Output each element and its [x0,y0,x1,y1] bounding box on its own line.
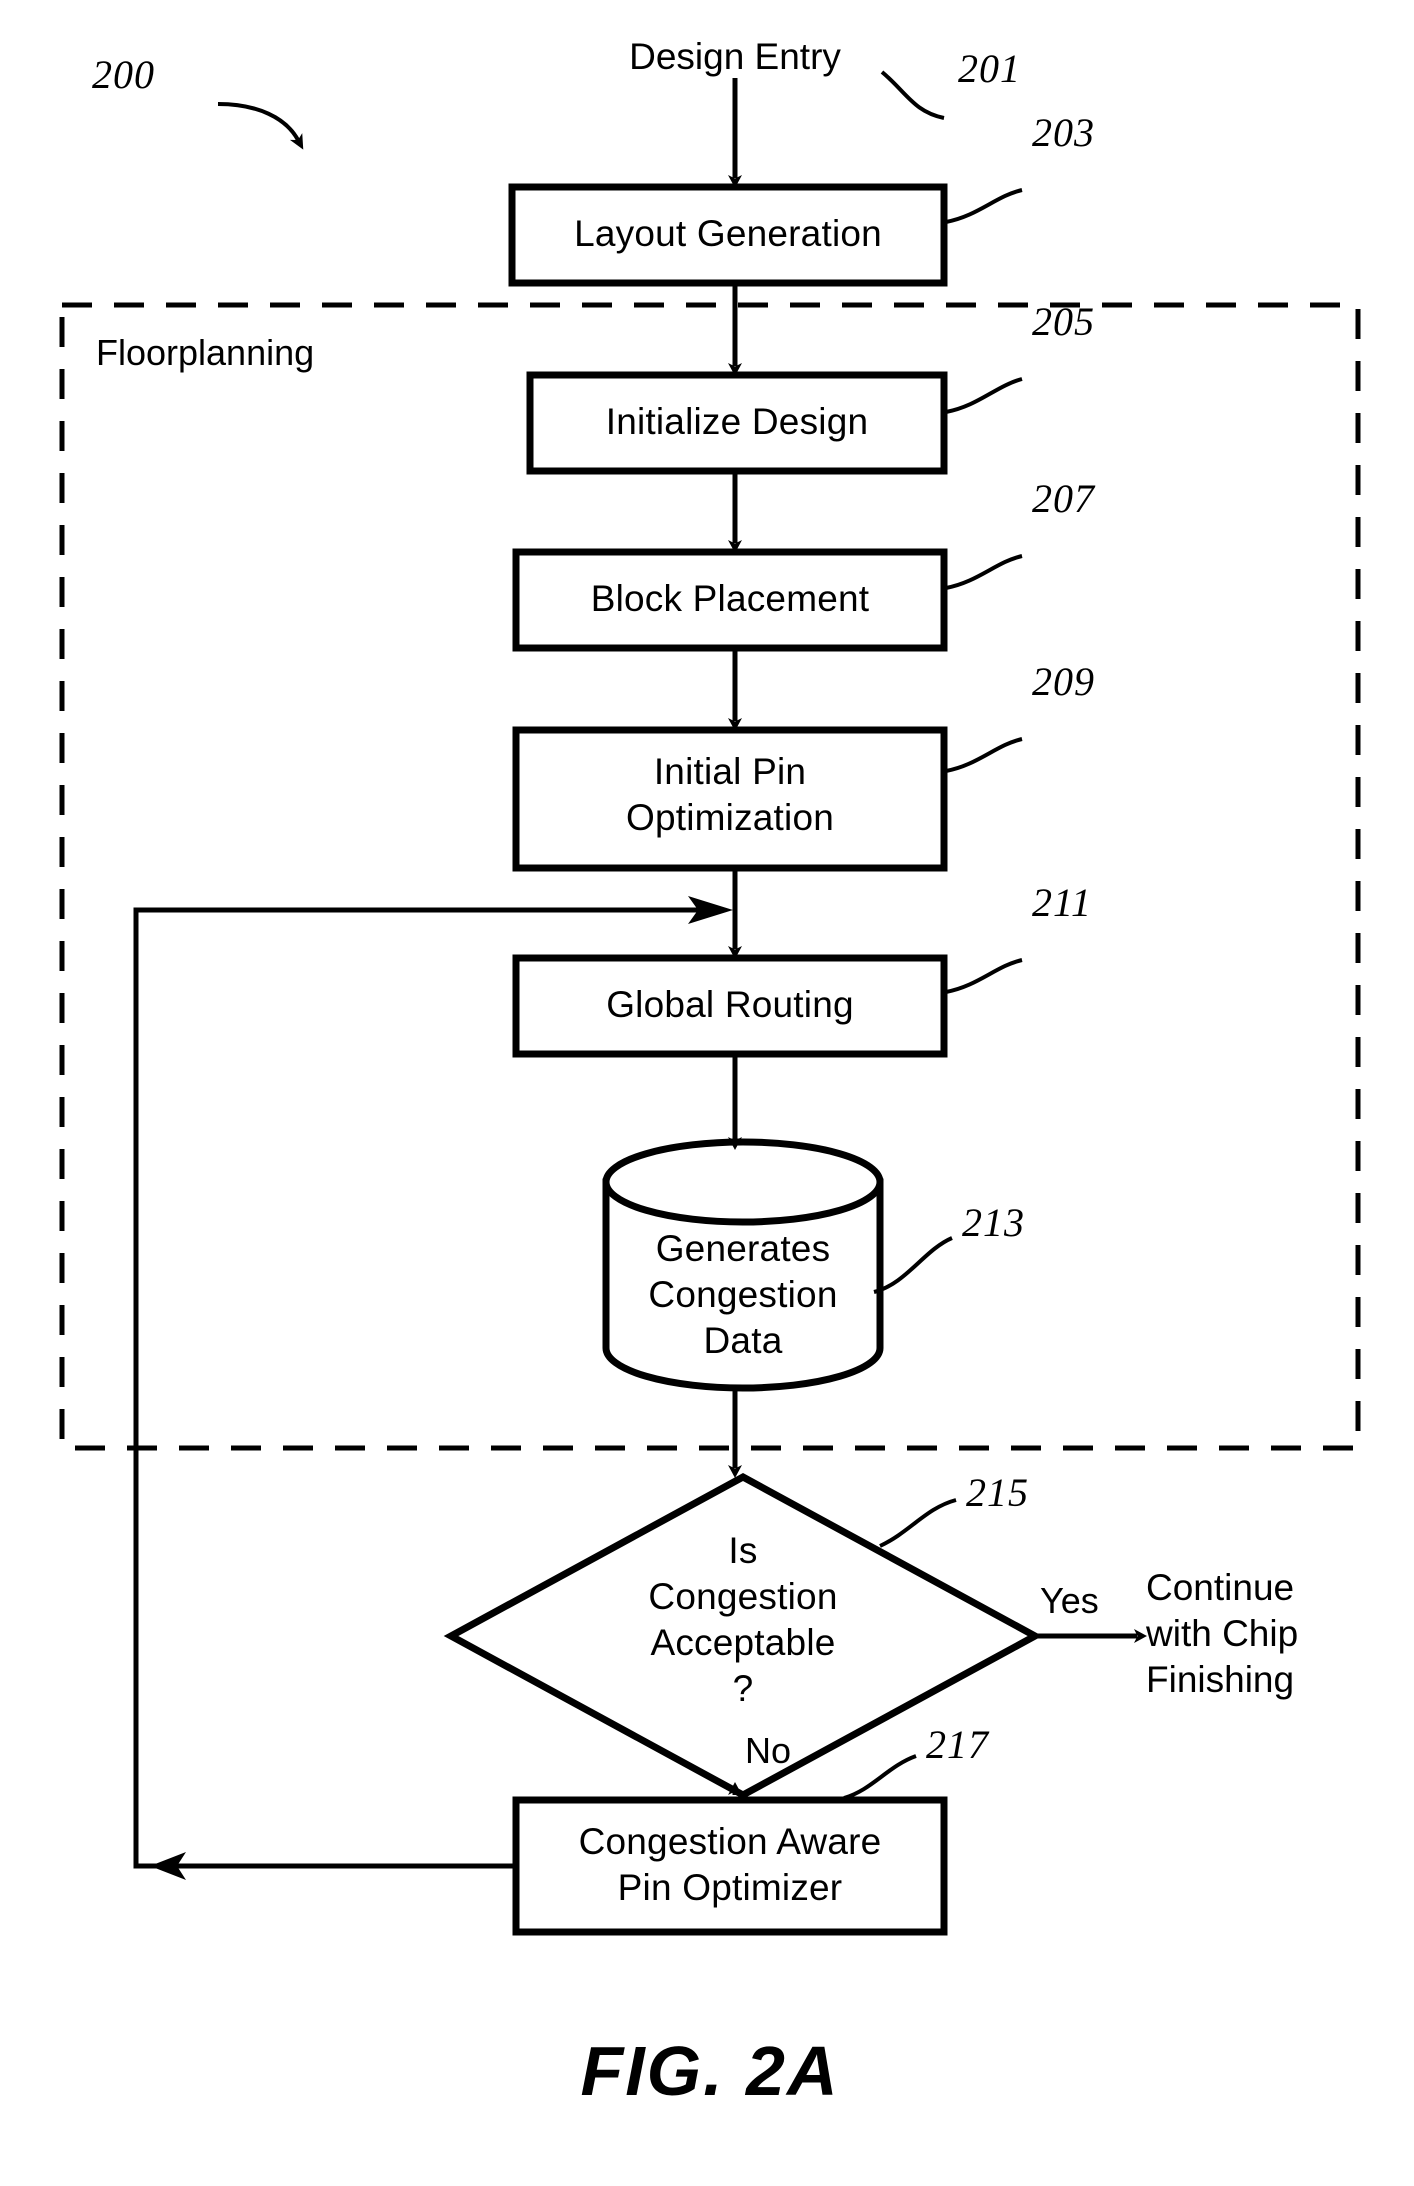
box-block-placement [512,548,948,652]
box-initialize-design [526,371,948,475]
leader-203 [945,188,1023,224]
leader-213 [873,1236,953,1294]
box-initial-pin-optimization [512,726,948,872]
diagram-ref-leader [217,102,304,150]
cylinder-top [602,1138,884,1226]
figure-canvas: 200 Design Entry 201 Layout Generation 2… [0,0,1414,2186]
leader-207 [945,554,1023,590]
box-global-routing [512,954,948,1058]
leader-209 [945,737,1023,773]
decision-diamond [443,1473,1043,1799]
leader-217 [843,1754,917,1800]
leader-205 [945,377,1023,414]
box-layout-generation [508,183,948,287]
leader-211 [945,958,1023,994]
flowchart-vector-layer [59,70,1361,1936]
box-congestion-aware-pin-optimizer [512,1796,948,1936]
leader-201 [880,70,945,120]
leader-215 [879,1498,957,1548]
